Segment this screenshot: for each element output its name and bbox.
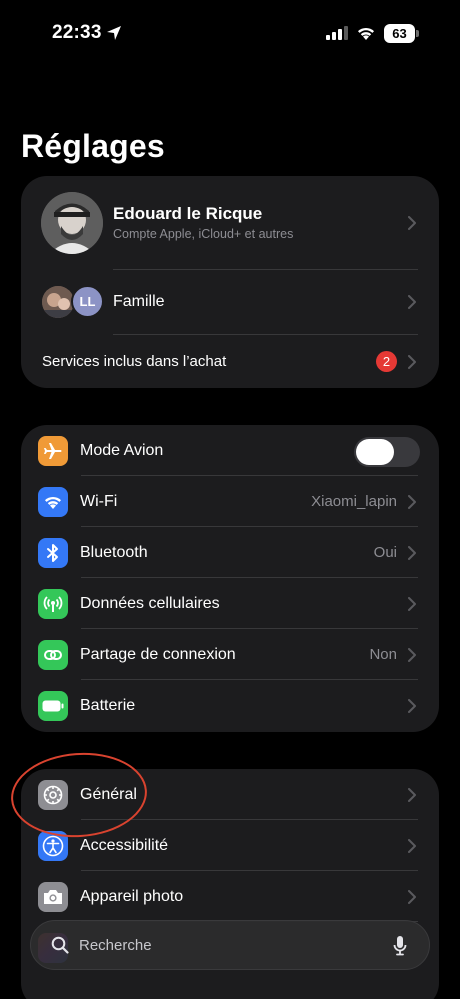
hotspot-label: Partage de connexion (80, 646, 236, 663)
profile-name: Edouard le Ricque (113, 204, 263, 223)
chevron-right-icon (408, 788, 416, 802)
battery-cap (416, 30, 419, 37)
services-label: Services inclus dans l’achat (42, 353, 227, 370)
hotspot-row[interactable]: Partage de connexion Non (21, 629, 439, 680)
notification-badge: 2 (376, 351, 397, 372)
accessibility-label: Accessibilité (80, 837, 169, 854)
chevron-right-icon (408, 597, 416, 611)
bluetooth-value: Oui (373, 544, 397, 561)
chevron-right-icon (408, 648, 416, 662)
wifi-label: Wi-Fi (80, 493, 118, 510)
toggle-knob (356, 439, 394, 465)
wifi-row[interactable]: Wi-Fi Xiaomi_lapin (21, 476, 439, 527)
battery-label: Batterie (80, 697, 136, 714)
airplane-mode-label: Mode Avion (80, 442, 164, 459)
avatar (41, 192, 103, 254)
microphone-icon[interactable] (393, 935, 407, 957)
camera-label: Appareil photo (80, 888, 184, 905)
airplane-icon (38, 436, 68, 466)
status-time: 22:33 (52, 22, 102, 43)
battery-row[interactable]: Batterie (21, 680, 439, 732)
wifi-status-icon (358, 27, 374, 40)
wifi-icon (38, 487, 68, 517)
search-bar[interactable]: Recherche (30, 920, 430, 970)
chevron-right-icon (408, 216, 416, 230)
cellular-data-row[interactable]: Données cellulaires (21, 578, 439, 629)
chevron-right-icon (408, 839, 416, 853)
chevron-right-icon (408, 546, 416, 560)
wifi-network-value: Xiaomi_lapin (311, 493, 397, 510)
camera-row[interactable]: Appareil photo (21, 871, 439, 922)
family-label: Famille (113, 293, 165, 310)
status-bar: 22:33 63 (0, 0, 460, 70)
cellular-antenna-icon (38, 589, 68, 619)
camera-icon (38, 882, 68, 912)
chevron-right-icon (408, 699, 416, 713)
family-row[interactable]: LL Famille (21, 270, 439, 334)
chevron-right-icon (408, 890, 416, 904)
profile-card: Edouard le Ricque Compte Apple, iCloud+ … (21, 176, 439, 388)
location-arrow-icon (107, 26, 121, 40)
hotspot-value: Non (369, 646, 397, 663)
airplane-mode-toggle[interactable] (354, 437, 420, 467)
chevron-right-icon (408, 495, 416, 509)
page-title: Réglages (21, 128, 165, 164)
bluetooth-label: Bluetooth (80, 544, 148, 561)
family-member-initials: LL (71, 285, 104, 318)
chevron-right-icon (408, 355, 416, 369)
family-member-avatar (42, 286, 74, 318)
cellular-data-label: Données cellulaires (80, 595, 220, 612)
battery-icon (38, 691, 68, 721)
bluetooth-icon (38, 538, 68, 568)
cellular-signal-icon (326, 26, 348, 40)
search-icon (51, 936, 69, 954)
hotspot-link-icon (38, 640, 68, 670)
connectivity-card: Mode Avion Wi-Fi Xiaomi_lapin Bluetooth … (21, 425, 439, 732)
battery-level: 63 (384, 24, 415, 43)
services-row[interactable]: Services inclus dans l’achat 2 (21, 335, 439, 388)
airplane-mode-row: Mode Avion (21, 425, 439, 476)
profile-subtitle: Compte Apple, iCloud+ et autres (113, 227, 294, 241)
search-input[interactable]: Recherche (79, 937, 152, 954)
profile-row[interactable]: Edouard le Ricque Compte Apple, iCloud+ … (21, 176, 439, 270)
chevron-right-icon (408, 295, 416, 309)
bluetooth-row[interactable]: Bluetooth Oui (21, 527, 439, 578)
